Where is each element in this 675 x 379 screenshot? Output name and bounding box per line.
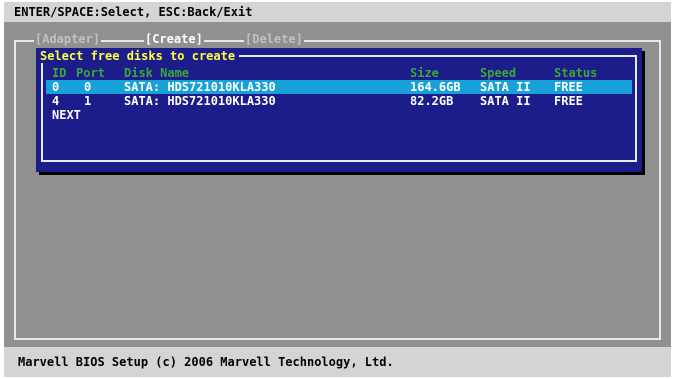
tab-adapter[interactable]: [Adapter] — [34, 31, 102, 47]
column-header-row: ID Port Disk Name Size Speed Status — [46, 66, 632, 80]
copyright-bar: Marvell BIOS Setup (c) 2006 Marvell Tech… — [4, 347, 671, 377]
disk-id: 0 — [52, 80, 60, 94]
panel-title: Select free disks to create — [40, 49, 240, 63]
disk-size: 82.2GB — [410, 94, 454, 108]
col-id-header: ID — [52, 66, 67, 80]
col-status-header: Status — [554, 66, 598, 80]
next-button[interactable]: NEXT — [52, 108, 81, 122]
disk-name: SATA: HDS721010KLA330 — [124, 94, 276, 108]
disk-speed: SATA II — [480, 94, 531, 108]
main-area: [Adapter] [Create] [Delete] Select free … — [4, 22, 671, 347]
disk-select-panel: Select free disks to create ID Port Disk… — [36, 48, 642, 172]
disk-row[interactable]: 0 0 SATA: HDS721010KLA330 164.6GB SATA I… — [46, 80, 632, 94]
key-help-bar: ENTER/SPACE:Select, ESC:Back/Exit — [4, 2, 671, 22]
disk-size: 164.6GB — [410, 80, 461, 94]
tab-create[interactable]: [Create] — [144, 31, 204, 47]
next-row: NEXT — [46, 108, 632, 122]
col-size-header: Size — [410, 66, 439, 80]
disk-status: FREE — [554, 94, 583, 108]
bios-screen: ENTER/SPACE:Select, ESC:Back/Exit [Adapt… — [4, 2, 671, 377]
disk-port: 0 — [84, 80, 92, 94]
disk-status: FREE — [554, 80, 583, 94]
disk-name: SATA: HDS721010KLA330 — [124, 80, 276, 94]
disk-id: 4 — [52, 94, 60, 108]
col-port-header: Port — [76, 66, 105, 80]
tab-delete[interactable]: [Delete] — [244, 31, 304, 47]
disk-speed: SATA II — [480, 80, 531, 94]
disk-port: 1 — [84, 94, 92, 108]
col-disk-name-header: Disk Name — [124, 66, 190, 80]
col-speed-header: Speed — [480, 66, 517, 80]
disk-row[interactable]: 4 1 SATA: HDS721010KLA330 82.2GB SATA II… — [46, 94, 632, 108]
